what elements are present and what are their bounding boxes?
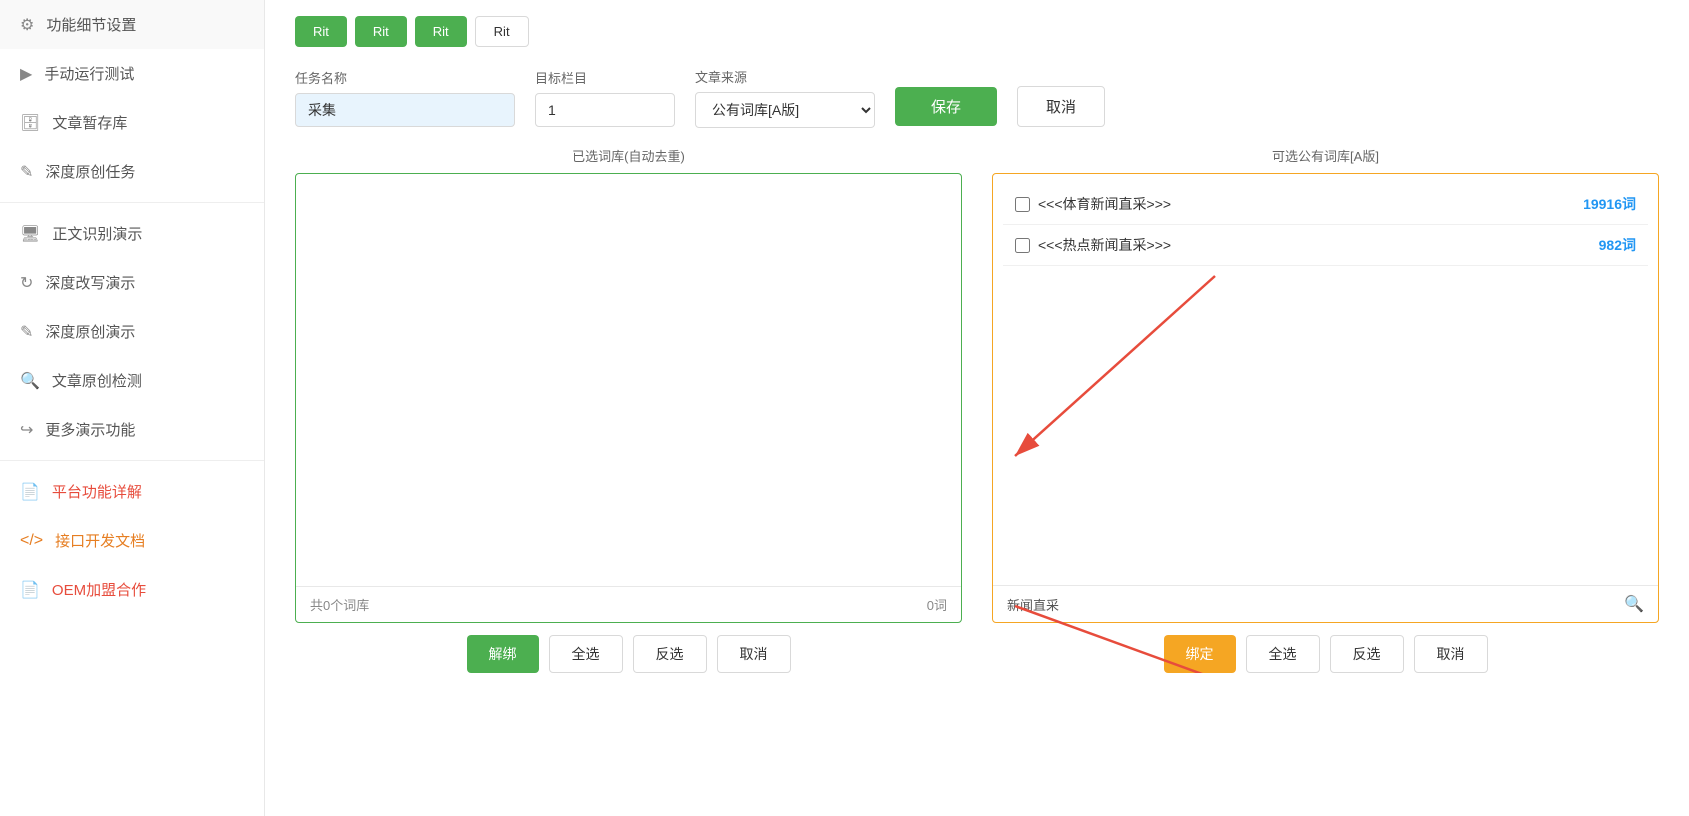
item-count-1: 19916词 bbox=[1583, 194, 1636, 214]
unbind-button[interactable]: 解绑 bbox=[467, 635, 539, 673]
article-source-label: 文章来源 bbox=[695, 67, 875, 86]
play-icon: ▶ bbox=[20, 64, 32, 84]
sidebar-item-label: 手动运行测试 bbox=[44, 63, 134, 84]
right-panel-actions: 绑定 全选 反选 取消 bbox=[992, 635, 1659, 673]
target-column-label: 目标栏目 bbox=[535, 68, 675, 87]
sidebar-item-article-check[interactable]: 🔍 文章原创检测 bbox=[0, 356, 264, 405]
left-panel-actions: 解绑 全选 反选 取消 bbox=[295, 635, 962, 673]
bind-button[interactable]: 绑定 bbox=[1164, 635, 1236, 673]
sidebar-item-feature-settings[interactable]: ⚙ 功能细节设置 bbox=[0, 0, 264, 49]
article-source-select[interactable]: 公有词库[A版] 私有词库 其他 bbox=[695, 92, 875, 128]
task-name-input[interactable] bbox=[295, 93, 515, 127]
cancel-button[interactable]: 取消 bbox=[1017, 86, 1105, 127]
edit2-icon: ✎ bbox=[20, 322, 33, 342]
sidebar-item-label: OEM加盟合作 bbox=[52, 579, 146, 600]
save-button[interactable]: 保存 bbox=[895, 87, 997, 126]
right-panel-box: <<<体育新闻直采>>> 19916词 <<<热点新闻直采>>> 982词 新闻… bbox=[992, 173, 1659, 623]
left-footer-words: 0词 bbox=[927, 595, 947, 614]
top-btn-1[interactable]: Rit bbox=[295, 16, 347, 47]
sidebar-item-manual-run[interactable]: ▶ 手动运行测试 bbox=[0, 49, 264, 98]
sidebar-item-api-doc[interactable]: </> 接口开发文档 bbox=[0, 516, 264, 565]
doc2-icon: 📄 bbox=[20, 580, 40, 600]
search-icon[interactable]: 🔍 bbox=[1624, 594, 1644, 614]
item-label-2: <<<热点新闻直采>>> bbox=[1038, 235, 1591, 255]
left-invert-button[interactable]: 反选 bbox=[633, 635, 707, 673]
sidebar-item-label: 深度原创演示 bbox=[45, 321, 135, 342]
right-cancel-button[interactable]: 取消 bbox=[1414, 635, 1488, 673]
left-panel-title: 已选词库(自动去重) bbox=[295, 146, 962, 165]
sidebar-item-label: 更多演示功能 bbox=[45, 419, 135, 440]
list-item-2: <<<热点新闻直采>>> 982词 bbox=[1003, 225, 1648, 266]
sidebar-item-oem[interactable]: 📄 OEM加盟合作 bbox=[0, 565, 264, 614]
sidebar: ⚙ 功能细节设置 ▶ 手动运行测试 🗄 文章暂存库 ✎ 深度原创任务 🖥 正文识… bbox=[0, 0, 265, 816]
left-footer-count: 共0个词库 bbox=[310, 595, 369, 614]
divider-1 bbox=[0, 202, 264, 203]
item-count-2: 982词 bbox=[1599, 235, 1636, 255]
sidebar-item-platform-detail[interactable]: 📄 平台功能详解 bbox=[0, 467, 264, 516]
article-source-group: 文章来源 公有词库[A版] 私有词库 其他 bbox=[695, 67, 875, 128]
sidebar-item-label: 接口开发文档 bbox=[55, 530, 145, 551]
task-name-label: 任务名称 bbox=[295, 68, 515, 87]
right-select-all-button[interactable]: 全选 bbox=[1246, 635, 1320, 673]
right-invert-button[interactable]: 反选 bbox=[1330, 635, 1404, 673]
left-panel-content bbox=[296, 174, 961, 586]
divider-2 bbox=[0, 460, 264, 461]
sidebar-item-label: 平台功能详解 bbox=[52, 481, 142, 502]
right-panel: 可选公有词库[A版] <<<体育新闻直采>>> 19916词 <<<热点新闻直采… bbox=[992, 146, 1659, 673]
search-icon: 🔍 bbox=[20, 371, 40, 391]
forward-icon: ↪ bbox=[20, 420, 33, 440]
list-item-1: <<<体育新闻直采>>> 19916词 bbox=[1003, 184, 1648, 225]
task-name-group: 任务名称 bbox=[295, 68, 515, 127]
sidebar-item-deep-rewrite[interactable]: ↻ 深度改写演示 bbox=[0, 258, 264, 307]
sidebar-item-text-recognize[interactable]: 🖥 正文识别演示 bbox=[0, 209, 264, 258]
code-icon: </> bbox=[20, 532, 43, 550]
gear-icon: ⚙ bbox=[20, 15, 34, 35]
checkbox-2[interactable] bbox=[1015, 238, 1030, 253]
sidebar-item-deep-original[interactable]: ✎ 深度原创任务 bbox=[0, 147, 264, 196]
sidebar-item-label: 文章原创检测 bbox=[52, 370, 142, 391]
monitor-icon: 🖥 bbox=[20, 224, 40, 244]
target-column-group: 目标栏目 bbox=[535, 68, 675, 127]
right-panel-content: <<<体育新闻直采>>> 19916词 <<<热点新闻直采>>> 982词 bbox=[993, 174, 1658, 585]
top-buttons-row: Rit Rit Rit Rit bbox=[295, 0, 1659, 47]
top-btn-3[interactable]: Rit bbox=[415, 16, 467, 47]
checkbox-1[interactable] bbox=[1015, 197, 1030, 212]
main-content: Rit Rit Rit Rit 任务名称 目标栏目 文章来源 公有词库[A版] … bbox=[265, 0, 1689, 816]
sidebar-item-label: 深度改写演示 bbox=[45, 272, 135, 293]
form-bar: 任务名称 目标栏目 文章来源 公有词库[A版] 私有词库 其他 保存 取消 bbox=[295, 47, 1659, 146]
doc-icon: 📄 bbox=[20, 482, 40, 502]
sidebar-item-deep-original-demo[interactable]: ✎ 深度原创演示 bbox=[0, 307, 264, 356]
sidebar-item-more-demo[interactable]: ↪ 更多演示功能 bbox=[0, 405, 264, 454]
panels-area: 已选词库(自动去重) 共0个词库 0词 解绑 全选 反选 取消 bbox=[295, 146, 1659, 673]
search-text: 新闻直采 bbox=[1007, 595, 1059, 614]
left-panel: 已选词库(自动去重) 共0个词库 0词 解绑 全选 反选 取消 bbox=[295, 146, 962, 673]
item-label-1: <<<体育新闻直采>>> bbox=[1038, 194, 1575, 214]
sidebar-item-label: 文章暂存库 bbox=[52, 112, 127, 133]
sidebar-item-label: 深度原创任务 bbox=[45, 161, 135, 182]
left-cancel-button[interactable]: 取消 bbox=[717, 635, 791, 673]
top-btn-2[interactable]: Rit bbox=[355, 16, 407, 47]
target-column-input[interactable] bbox=[535, 93, 675, 127]
database-icon: 🗄 bbox=[20, 113, 40, 133]
sidebar-item-label: 正文识别演示 bbox=[52, 223, 142, 244]
left-panel-box: 共0个词库 0词 bbox=[295, 173, 962, 623]
refresh-icon: ↻ bbox=[20, 273, 33, 293]
edit-icon: ✎ bbox=[20, 162, 33, 182]
left-panel-footer: 共0个词库 0词 bbox=[296, 586, 961, 622]
sidebar-item-label: 功能细节设置 bbox=[46, 14, 136, 35]
sidebar-item-article-draft[interactable]: 🗄 文章暂存库 bbox=[0, 98, 264, 147]
right-panel-search-footer: 新闻直采 🔍 bbox=[993, 585, 1658, 622]
right-panel-title: 可选公有词库[A版] bbox=[992, 146, 1659, 165]
left-select-all-button[interactable]: 全选 bbox=[549, 635, 623, 673]
top-btn-4[interactable]: Rit bbox=[475, 16, 529, 47]
